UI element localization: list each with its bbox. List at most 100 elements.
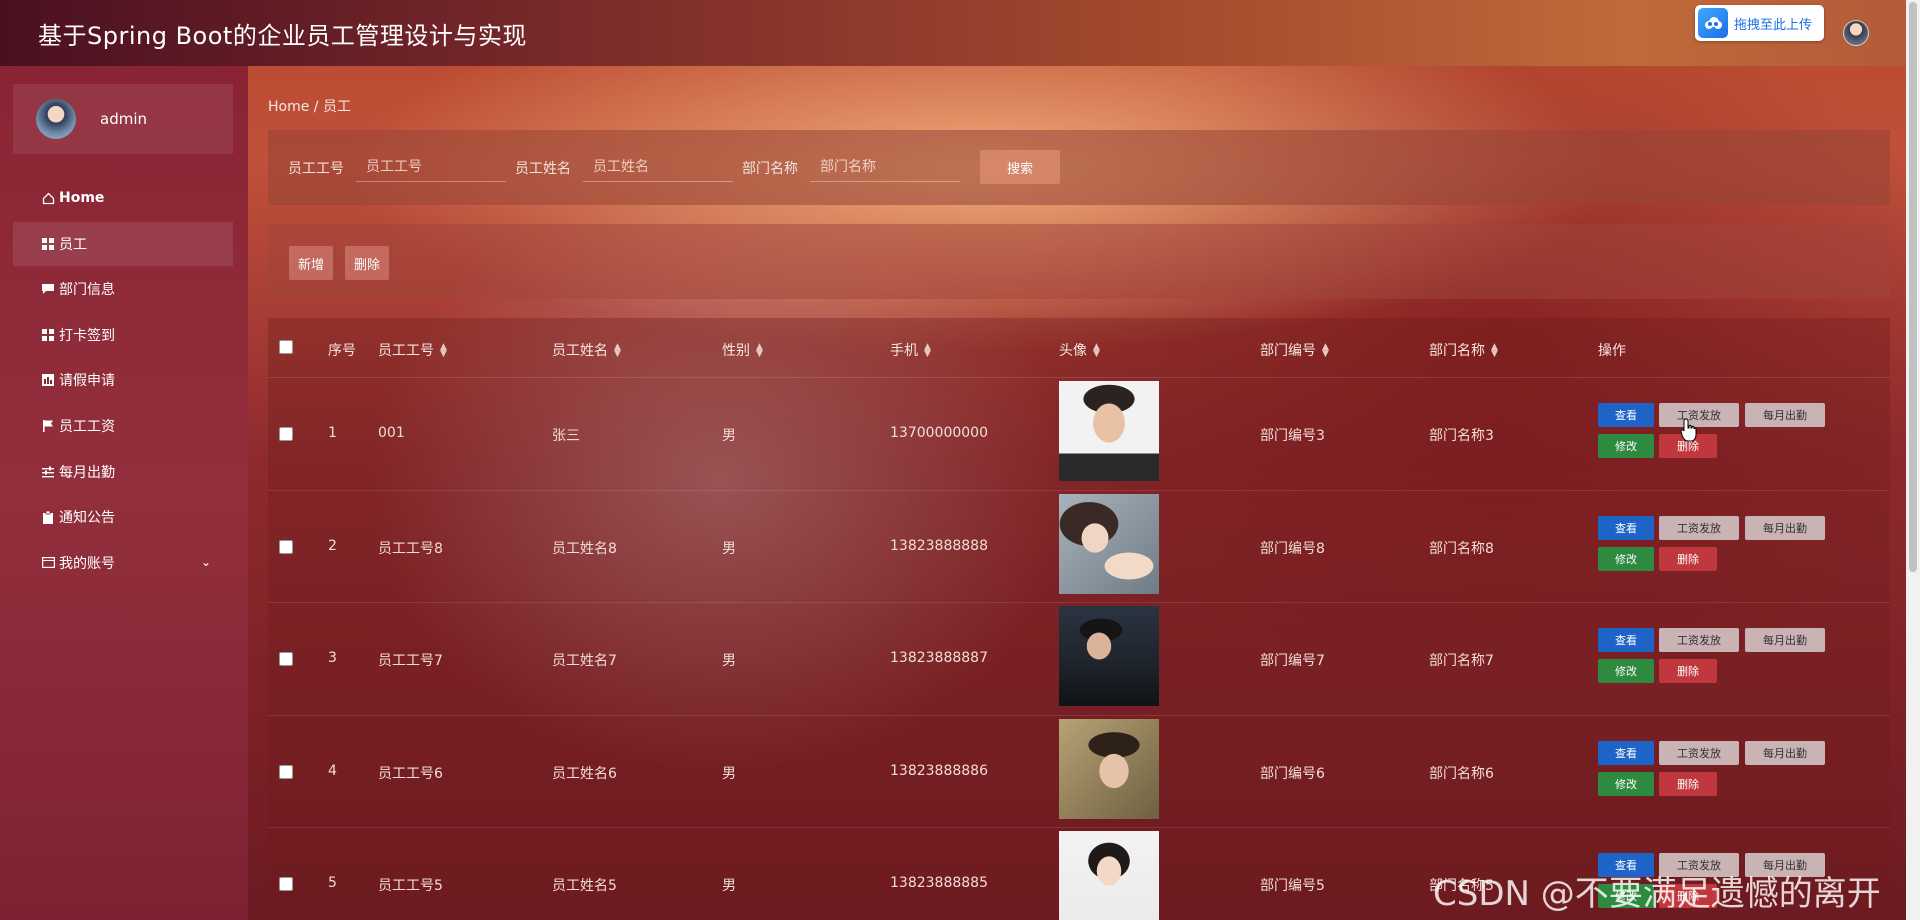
attendance-button[interactable]: 每月出勤 — [1745, 403, 1825, 427]
attendance-button[interactable]: 每月出勤 — [1745, 740, 1825, 765]
sort-icon: ▲ ▼ — [1093, 342, 1100, 359]
salary-button[interactable]: 工资发放 — [1659, 740, 1739, 765]
cell-index: 1 — [328, 425, 337, 441]
sidebar-item-leave[interactable]: 请假申请 — [13, 358, 233, 402]
search-button[interactable]: 搜索 — [980, 150, 1060, 184]
edit-button[interactable]: 修改 — [1598, 434, 1654, 458]
user-name: admin — [100, 110, 147, 128]
sort-icon: ▲ ▼ — [440, 342, 447, 359]
sidebar-item-home[interactable]: Home — [13, 176, 233, 220]
cell-dept-no: 部门编号5 — [1260, 878, 1325, 894]
sidebar-item-notice[interactable]: 通知公告 — [13, 495, 233, 539]
employee-photo[interactable] — [1059, 718, 1159, 819]
sidebar-item-department[interactable]: 部门信息 — [13, 267, 233, 311]
delete-button[interactable]: 删除 — [1659, 771, 1717, 796]
col-gender[interactable]: 性别 ▲ ▼ — [722, 340, 763, 360]
sidebar-item-checkin[interactable]: 打卡签到 — [13, 313, 233, 357]
edit-button[interactable]: 修改 — [1598, 659, 1654, 683]
dept-name-input[interactable] — [810, 152, 960, 182]
cell-gender: 男 — [722, 765, 736, 782]
hand-cursor-icon — [1680, 418, 1697, 442]
header-avatar[interactable] — [1843, 20, 1869, 46]
chevron-down-icon: ⌄ — [200, 554, 211, 569]
cell-dept-name: 部门名称7 — [1429, 653, 1494, 669]
sidebar-item-account[interactable]: 我的账号 ⌄ — [13, 541, 233, 585]
sidebar-item-label: 部门信息 — [59, 282, 115, 299]
col-index: 序号 — [328, 343, 356, 359]
cell-gender: 男 — [722, 878, 736, 894]
cell-index: 3 — [328, 650, 337, 666]
sidebar-item-label: Home — [59, 190, 105, 206]
salary-button[interactable]: 工资发放 — [1659, 628, 1739, 652]
breadcrumb: Home / 员工 — [268, 99, 351, 115]
employee-photo[interactable] — [1059, 381, 1159, 481]
row-checkbox[interactable] — [279, 427, 293, 441]
grid-icon — [41, 237, 55, 251]
app-title: 基于Spring Boot的企业员工管理设计与实现 — [38, 22, 527, 50]
table-header: 序号 员工工号 ▲ ▼ 员工姓名 ▲ ▼ 性别 ▲ ▼ 手机 ▲ ▼ 头像 ▲ ▼ 部门编号 ▲ ▼ 部… — [268, 318, 1890, 378]
salary-button[interactable]: 工资发放 — [1659, 403, 1739, 427]
select-all-checkbox[interactable] — [279, 340, 293, 354]
sliders-icon — [41, 465, 55, 479]
view-button[interactable]: 查看 — [1598, 628, 1654, 652]
sidebar-item-attendance[interactable]: 每月出勤 — [13, 450, 233, 494]
cell-gender: 男 — [722, 540, 736, 557]
view-button[interactable]: 查看 — [1598, 515, 1654, 540]
table-row: 2 员工工号8 员工姓名8 男 13823888888 部门编号8 部门名称8 查看 工资发放每… — [268, 491, 1890, 603]
row-checkbox[interactable] — [279, 539, 293, 554]
cell-dept-name: 部门名称6 — [1429, 765, 1494, 782]
col-avatar[interactable]: 头像 ▲ ▼ — [1059, 340, 1100, 360]
edit-button[interactable]: 修改 — [1598, 546, 1654, 571]
salary-button[interactable]: 工资发放 — [1659, 515, 1739, 540]
sidebar-item-label: 打卡签到 — [59, 327, 115, 344]
upload-label: 拖拽至此上传 — [1734, 17, 1813, 33]
cell-dept-no: 部门编号8 — [1260, 540, 1325, 557]
row-checkbox[interactable] — [279, 652, 293, 666]
delete-button[interactable]: 删除 — [1659, 659, 1717, 683]
view-button[interactable]: 查看 — [1598, 403, 1654, 427]
emp-no-input[interactable] — [356, 152, 506, 182]
edit-button[interactable]: 修改 — [1598, 771, 1654, 796]
cell-phone: 13823888885 — [890, 875, 988, 891]
attendance-button[interactable]: 每月出勤 — [1745, 628, 1825, 652]
delete-button[interactable]: 删除 — [1659, 546, 1717, 571]
id-card-icon — [41, 556, 55, 570]
employee-photo[interactable] — [1059, 606, 1159, 706]
table-row: 1 001 张三 男 13700000000 部门编号3 部门名称3 查看 工资发放 每月出勤 修改… — [268, 378, 1890, 491]
row-checkbox[interactable] — [279, 764, 293, 779]
col-dept-no[interactable]: 部门编号 ▲ ▼ — [1260, 340, 1329, 360]
col-ops: 操作 — [1598, 343, 1626, 359]
user-card: admin — [13, 84, 233, 154]
view-button[interactable]: 查看 — [1598, 740, 1654, 765]
employee-photo[interactable] — [1059, 493, 1159, 594]
chat-icon — [41, 282, 55, 296]
sidebar-item-label: 通知公告 — [59, 510, 115, 527]
sidebar-item-label: 我的账号 — [59, 555, 115, 572]
cell-emp-no: 001 — [378, 425, 405, 441]
col-dept-name[interactable]: 部门名称 ▲ ▼ — [1429, 340, 1498, 360]
attendance-button[interactable]: 每月出勤 — [1745, 515, 1825, 540]
cell-dept-no: 部门编号3 — [1260, 428, 1325, 444]
sidebar-item-label: 员工 — [59, 236, 87, 253]
name-input[interactable] — [583, 152, 733, 182]
sidebar-item-salary[interactable]: 员工工资 — [13, 404, 233, 448]
home-icon — [41, 191, 55, 205]
cell-gender: 男 — [722, 428, 736, 444]
col-phone[interactable]: 手机 ▲ ▼ — [890, 340, 931, 360]
table-row: 4 员工工号6 员工姓名6 男 13823888886 部门编号6 部门名称6 查看 工资发放每… — [268, 716, 1890, 828]
bulk-delete-button[interactable]: 删除 — [345, 246, 390, 280]
cell-dept-no: 部门编号6 — [1260, 765, 1325, 782]
grid-icon — [41, 328, 55, 342]
col-emp-no[interactable]: 员工工号 ▲ ▼ — [378, 340, 447, 360]
add-button[interactable]: 新增 — [289, 246, 334, 280]
employee-photo[interactable] — [1059, 831, 1159, 920]
cell-dept-name: 部门名称8 — [1429, 540, 1494, 557]
cell-dept-no: 部门编号7 — [1260, 653, 1325, 669]
search-label-emp-no: 员工工号 — [288, 161, 344, 177]
sidebar-menu: Home 员工 部门信息 打卡签到 请假申请 员工工资 每月出勤 通知公告 我的… — [13, 176, 233, 586]
scrollbar-thumb[interactable] — [1909, 2, 1917, 572]
sidebar-item-employee[interactable]: 员工 — [13, 221, 233, 266]
upload-widget[interactable]: 拖拽至此上传 — [1695, 5, 1824, 41]
row-checkbox[interactable] — [279, 877, 293, 891]
col-name[interactable]: 员工姓名 ▲ ▼ — [552, 340, 621, 360]
